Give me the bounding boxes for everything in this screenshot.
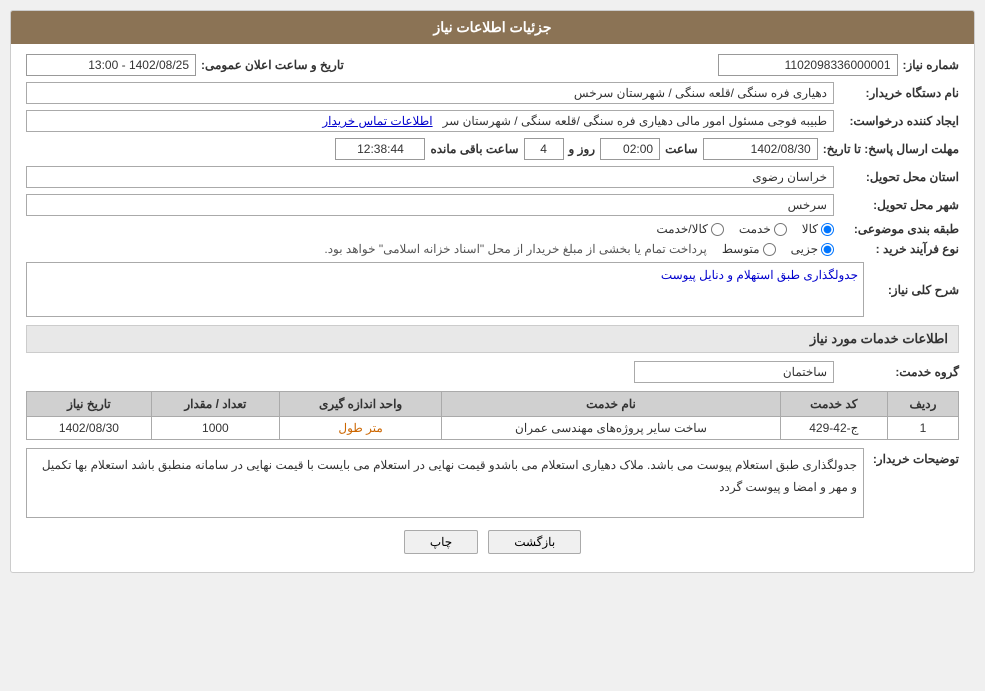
creator-row: ایجاد کننده درخواست: طبیبه فوجی مسئول ام… bbox=[26, 110, 959, 132]
category-khedmat-radio[interactable] bbox=[774, 223, 787, 236]
back-button[interactable]: بازگشت bbox=[488, 530, 581, 554]
page-title: جزئیات اطلاعات نیاز bbox=[11, 11, 974, 44]
purchase-jozei-radio[interactable] bbox=[821, 243, 834, 256]
deadline-label: مهلت ارسال پاسخ: تا تاریخ: bbox=[823, 142, 959, 156]
province-row: استان محل تحویل: خراسان رضوی bbox=[26, 166, 959, 188]
table-header-row: ردیف کد خدمت نام خدمت واحد اندازه گیری ت… bbox=[27, 392, 959, 417]
description-value: جدولگذاری طبق استهلام و دنایل پیوست bbox=[26, 262, 864, 317]
deadline-date: 1402/08/30 bbox=[703, 138, 818, 160]
category-row: طبقه بندی موضوعی: کالا/خدمت خدمت کالا bbox=[26, 222, 959, 236]
buyer-notes-label: توضیحات خریدار: bbox=[869, 448, 959, 466]
buyer-notes-value: جدولگذاری طبق استعلام پیوست می باشد. ملا… bbox=[26, 448, 864, 518]
date-value: 1402/08/25 - 13:00 bbox=[26, 54, 196, 76]
contact-link[interactable]: اطلاعات تماس خریدار bbox=[322, 114, 432, 128]
city-label: شهر محل تحویل: bbox=[839, 198, 959, 212]
cell-code: ج-42-429 bbox=[780, 417, 887, 440]
category-kala-label: کالا bbox=[802, 222, 818, 236]
deadline-days: 4 bbox=[524, 138, 564, 160]
col-header-code: کد خدمت bbox=[780, 392, 887, 417]
purchase-type-row: نوع فرآیند خرید : متوسط جزیی پرداخت تمام… bbox=[26, 242, 959, 256]
date-label: تاریخ و ساعت اعلان عمومی: bbox=[201, 58, 344, 72]
creator-value: طبیبه فوجی مسئول امور مالی دهیاری فره سن… bbox=[26, 110, 834, 132]
province-value: خراسان رضوی bbox=[26, 166, 834, 188]
description-label: شرح کلی نیاز: bbox=[869, 283, 959, 297]
category-khedmat-label: خدمت bbox=[739, 222, 771, 236]
purchase-type-desc: پرداخت تمام یا بخشی از مبلغ خریدار از مح… bbox=[324, 242, 707, 256]
purchase-mottaset-radio[interactable] bbox=[763, 243, 776, 256]
buyer-org-value: دهیاری فره سنگی /قلعه سنگی / شهرستان سرخ… bbox=[26, 82, 834, 104]
category-kala-khedmat[interactable]: کالا/خدمت bbox=[656, 222, 723, 236]
col-header-row: ردیف bbox=[887, 392, 958, 417]
deadline-row: مهلت ارسال پاسخ: تا تاریخ: 1402/08/30 سا… bbox=[26, 138, 959, 160]
creator-text: طبیبه فوجی مسئول امور مالی دهیاری فره سن… bbox=[443, 114, 827, 128]
buyer-org-label: نام دستگاه خریدار: bbox=[839, 86, 959, 100]
table-row: 1 ج-42-429 ساخت سایر پروژه‌های مهندسی عم… bbox=[27, 417, 959, 440]
cell-name: ساخت سایر پروژه‌های مهندسی عمران bbox=[442, 417, 780, 440]
city-row: شهر محل تحویل: سرخس bbox=[26, 194, 959, 216]
purchase-type-options: متوسط جزیی bbox=[722, 242, 834, 256]
need-number-row: شماره نیاز: 1102098336000001 تاریخ و ساع… bbox=[26, 54, 959, 76]
need-number-value: 1102098336000001 bbox=[718, 54, 898, 76]
days-label: روز و bbox=[569, 142, 596, 156]
province-label: استان محل تحویل: bbox=[839, 170, 959, 184]
category-options: کالا/خدمت خدمت کالا bbox=[656, 222, 834, 236]
deadline-time: 02:00 bbox=[600, 138, 660, 160]
need-number-label: شماره نیاز: bbox=[903, 58, 959, 72]
category-label: طبقه بندی موضوعی: bbox=[839, 222, 959, 236]
col-header-unit: واحد اندازه گیری bbox=[279, 392, 441, 417]
services-table: ردیف کد خدمت نام خدمت واحد اندازه گیری ت… bbox=[26, 391, 959, 440]
description-row: شرح کلی نیاز: جدولگذاری طبق استهلام و دن… bbox=[26, 262, 959, 317]
col-header-quantity: تعداد / مقدار bbox=[151, 392, 279, 417]
print-button[interactable]: چاپ bbox=[404, 530, 478, 554]
category-kala-khedmat-label: کالا/خدمت bbox=[656, 222, 707, 236]
col-header-date: تاریخ نیاز bbox=[27, 392, 152, 417]
category-kala-radio[interactable] bbox=[821, 223, 834, 236]
service-group-value: ساختمان bbox=[634, 361, 834, 383]
purchase-jozei-item[interactable]: جزیی bbox=[791, 242, 834, 256]
cell-row: 1 bbox=[887, 417, 958, 440]
service-group-row: گروه خدمت: ساختمان bbox=[26, 361, 959, 383]
category-kala-item[interactable]: کالا bbox=[802, 222, 834, 236]
buyer-notes-row: توضیحات خریدار: جدولگذاری طبق استعلام پی… bbox=[26, 448, 959, 518]
purchase-type-label: نوع فرآیند خرید : bbox=[839, 242, 959, 256]
service-group-label: گروه خدمت: bbox=[839, 365, 959, 379]
purchase-mottaset-item[interactable]: متوسط bbox=[722, 242, 776, 256]
purchase-jozei-label: جزیی bbox=[791, 242, 818, 256]
purchase-mottaset-label: متوسط bbox=[722, 242, 760, 256]
time-label: ساعت bbox=[665, 142, 698, 156]
city-value: سرخس bbox=[26, 194, 834, 216]
cell-unit: متر طول bbox=[279, 417, 441, 440]
deadline-remaining: 12:38:44 bbox=[335, 138, 425, 160]
category-kala-khedmat-radio[interactable] bbox=[711, 223, 724, 236]
buyer-org-row: نام دستگاه خریدار: دهیاری فره سنگی /قلعه… bbox=[26, 82, 959, 104]
creator-label: ایجاد کننده درخواست: bbox=[839, 114, 959, 128]
cell-quantity: 1000 bbox=[151, 417, 279, 440]
action-buttons: بازگشت چاپ bbox=[26, 530, 959, 554]
services-section-title: اطلاعات خدمات مورد نیاز bbox=[26, 325, 959, 353]
col-header-name: نام خدمت bbox=[442, 392, 780, 417]
remaining-label: ساعت باقی مانده bbox=[430, 142, 518, 156]
category-khedmat-item[interactable]: خدمت bbox=[739, 222, 787, 236]
cell-date: 1402/08/30 bbox=[27, 417, 152, 440]
